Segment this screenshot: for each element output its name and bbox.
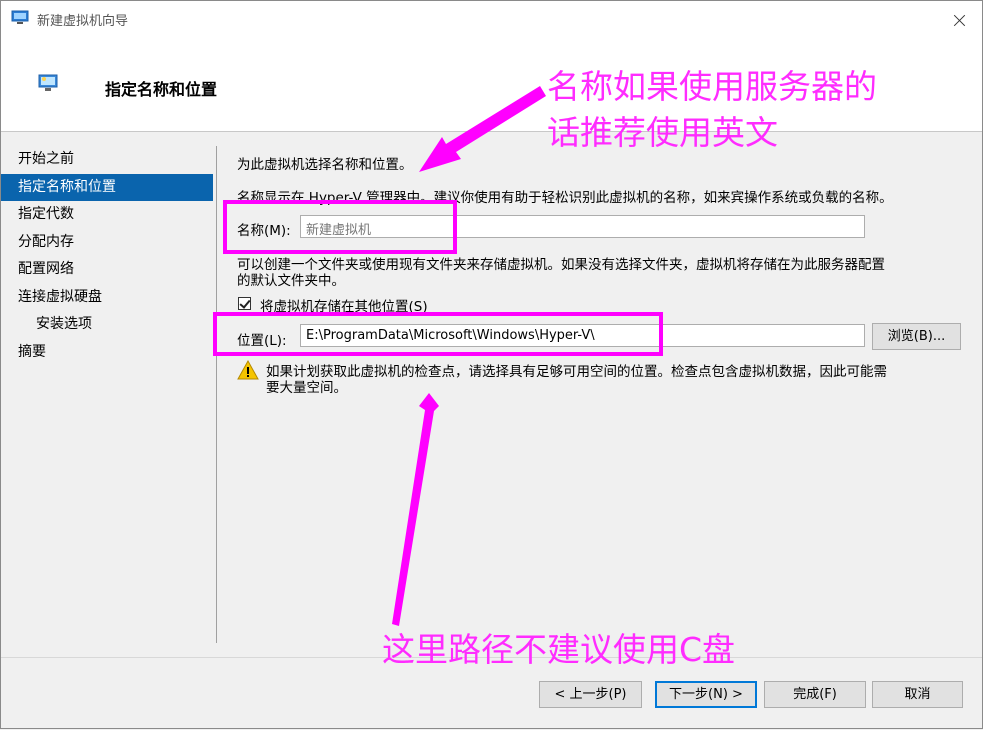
nav-item-network[interactable]: 配置网络 (1, 256, 216, 284)
location-label: 位置(L): (237, 333, 287, 349)
warning-icon (237, 360, 259, 380)
virtual-machine-icon (38, 74, 58, 91)
nav-item-before-you-begin[interactable]: 开始之前 (1, 146, 216, 174)
name-input[interactable]: 新建虚拟机 (300, 215, 865, 238)
nav-item-install-options[interactable]: 安装选项 (1, 311, 216, 339)
browse-button[interactable]: 浏览(B)... (872, 323, 961, 350)
annotation-name-note-line2: 话推荐使用英文 (547, 113, 778, 152)
name-label: 名称(M): (237, 223, 291, 239)
nav-item-generation[interactable]: 指定代数 (1, 201, 216, 229)
nav-item-memory[interactable]: 分配内存 (1, 229, 216, 257)
title-bar: 新建虚拟机向导 (1, 1, 982, 39)
annotation-name-note-line1: 名称如果使用服务器的 (547, 67, 877, 106)
hyper-v-app-icon (11, 10, 29, 24)
store-elsewhere-checkbox[interactable] (238, 297, 251, 310)
store-elsewhere-label[interactable]: 将虚拟机存储在其他位置(S) (260, 295, 428, 315)
nav-item-summary[interactable]: 摘要 (1, 339, 216, 367)
wizard-window: 新建虚拟机向导 指定名称和位置 开始之前 指定名称和位置 指定代数 分配内存 配… (0, 0, 983, 729)
arrow-to-location-icon (392, 393, 439, 626)
nav-item-virtual-disk[interactable]: 连接虚拟硬盘 (1, 284, 216, 312)
nav-divider (216, 146, 217, 643)
cancel-button[interactable]: 取消 (872, 681, 963, 708)
warning-line1: 如果计划获取此虚拟机的检查点，请选择具有足够可用空间的位置。检查点包含虚拟机数据… (266, 364, 887, 380)
next-button[interactable]: 下一步(N) > (655, 681, 757, 708)
close-icon[interactable] (936, 1, 982, 39)
previous-button[interactable]: < 上一步(P) (539, 681, 642, 708)
content-heading: 为此虚拟机选择名称和位置。 (237, 157, 413, 173)
warning-line2: 要大量空间。 (266, 380, 347, 396)
finish-button[interactable]: 完成(F) (764, 681, 866, 708)
name-description: 名称显示在 Hyper-V 管理器中。建议你使用有助于轻松识别此虚拟机的名称，如… (237, 190, 893, 206)
nav-item-name-location[interactable]: 指定名称和位置 (1, 173, 213, 201)
page-title: 指定名称和位置 (105, 80, 218, 99)
window-title: 新建虚拟机向导 (37, 14, 129, 29)
annotation-location-note: 这里路径不建议使用C盘 (382, 630, 736, 669)
location-input[interactable]: E:\ProgramData\Microsoft\Windows\Hyper-V… (300, 324, 865, 347)
folder-description-line2: 的默认文件夹中。 (237, 273, 345, 289)
wizard-steps-nav: 开始之前 指定名称和位置 指定代数 分配内存 配置网络 连接虚拟硬盘 安装选项 … (1, 146, 216, 366)
